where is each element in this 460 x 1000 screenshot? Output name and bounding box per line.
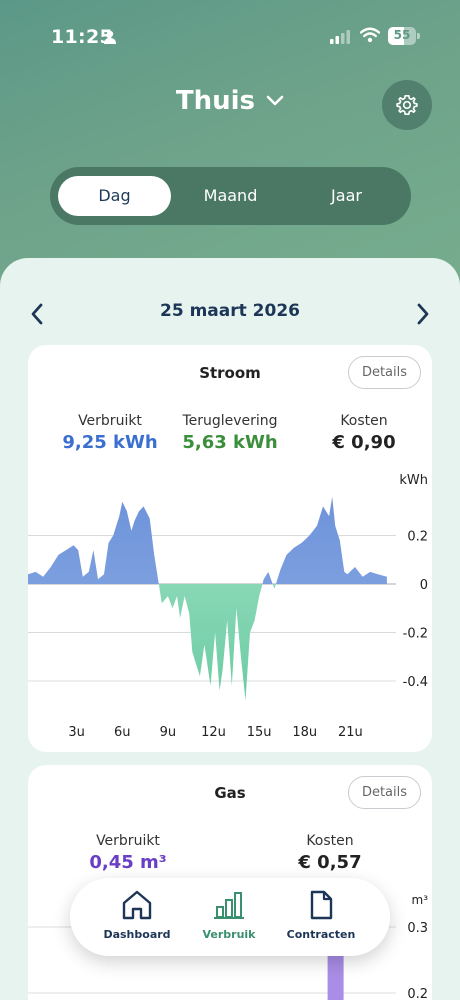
y-tick-label: 0.2 bbox=[407, 987, 428, 1000]
stroom-chart: 0.2 0 -0.2 -0.4 kWh 3u 6u 9u 12u 15u 18u 21u bbox=[28, 473, 428, 740]
nav-verbruik-label: Verbruik bbox=[202, 928, 256, 941]
y-tick-label: -0.2 bbox=[403, 627, 428, 642]
nav-contracten-label: Contracten bbox=[286, 928, 356, 941]
y-tick-label: 0 bbox=[420, 578, 428, 593]
wifi-icon bbox=[360, 27, 380, 43]
x-tick-label: 18u bbox=[292, 725, 317, 740]
nav-contracten[interactable]: Contracten bbox=[271, 890, 371, 941]
person-icon bbox=[104, 30, 116, 44]
y-axis-label: m³ bbox=[412, 893, 429, 907]
tab-dag[interactable]: Dag bbox=[58, 176, 171, 216]
nav-verbruik[interactable]: Verbruik bbox=[179, 890, 279, 941]
x-tick-label: 3u bbox=[68, 725, 85, 740]
chevron-down-icon bbox=[266, 95, 284, 106]
y-tick-label: 0.2 bbox=[407, 530, 428, 545]
status-bar: 11:25 55 bbox=[0, 22, 460, 52]
x-tick-label: 15u bbox=[247, 725, 272, 740]
chevron-right-icon[interactable] bbox=[414, 302, 432, 326]
x-tick-label: 9u bbox=[160, 725, 177, 740]
x-tick-label: 12u bbox=[201, 725, 226, 740]
date-navigator: 25 maart 2026 bbox=[0, 300, 460, 328]
document-icon bbox=[310, 890, 333, 920]
tab-maand[interactable]: Maand bbox=[174, 176, 287, 216]
house-icon bbox=[122, 890, 152, 920]
y-tick-label: -0.4 bbox=[403, 675, 428, 690]
date-label: 25 maart 2026 bbox=[160, 301, 300, 321]
y-tick-label: 0.3 bbox=[407, 921, 428, 936]
battery-level: 55 bbox=[393, 28, 411, 42]
period-selector: Dag Maand Jaar bbox=[50, 167, 411, 225]
bar-chart-icon bbox=[214, 892, 244, 919]
gear-icon bbox=[396, 95, 418, 115]
nav-dashboard[interactable]: Dashboard bbox=[87, 890, 187, 941]
settings-button[interactable] bbox=[382, 80, 432, 130]
nav-dashboard-label: Dashboard bbox=[103, 928, 171, 941]
page-title: Thuis bbox=[175, 86, 256, 116]
y-axis-label: kWh bbox=[399, 473, 428, 488]
bottom-navigation: Dashboard Verbruik Contracten bbox=[70, 878, 390, 956]
stroom-card: Stroom Details Verbruikt 9,25 kWh Terugl… bbox=[28, 345, 432, 752]
battery-icon: 55 bbox=[388, 27, 420, 45]
tab-jaar[interactable]: Jaar bbox=[290, 176, 403, 216]
signal-icon bbox=[330, 30, 350, 44]
x-tick-label: 6u bbox=[114, 725, 131, 740]
x-tick-label: 21u bbox=[338, 725, 363, 740]
